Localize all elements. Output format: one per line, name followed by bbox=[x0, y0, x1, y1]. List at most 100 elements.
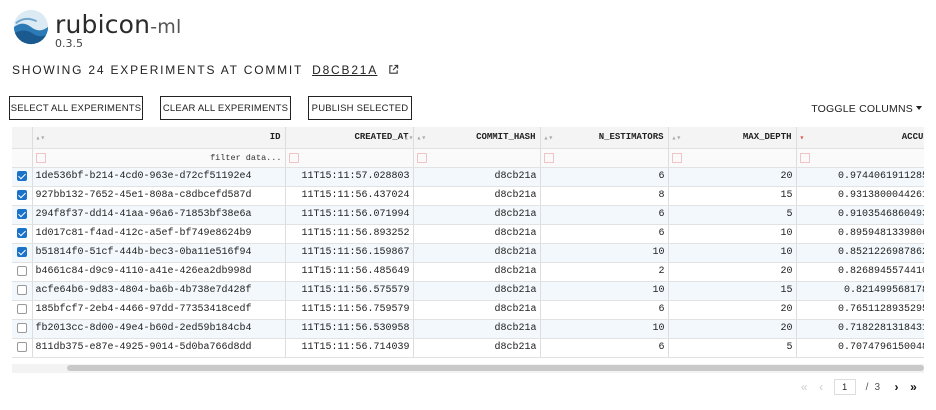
row-checkbox[interactable] bbox=[16, 322, 27, 333]
row-select-cell[interactable] bbox=[12, 167, 32, 187]
sort-icon[interactable]: ▴▾ bbox=[404, 133, 413, 143]
prev-page-icon[interactable]: ‹ bbox=[813, 380, 830, 394]
row-select-cell[interactable] bbox=[12, 300, 32, 320]
cell-accuracy: 0.8959481339806451 bbox=[795, 224, 924, 244]
toggle-columns-dropdown[interactable]: TOGGLE COLUMNS bbox=[811, 103, 922, 115]
table-row[interactable]: 185bfcf7-2eb4-4466-97dd-77353418cedf 11T… bbox=[12, 300, 924, 320]
last-page-icon[interactable]: » bbox=[905, 380, 922, 394]
filter-commit-hash[interactable] bbox=[412, 148, 540, 168]
clear-all-button[interactable]: CLEAR ALL EXPERIMENTS bbox=[160, 96, 291, 120]
cell-commit-hash: d8cb21a bbox=[412, 186, 540, 206]
cell-commit-hash: d8cb21a bbox=[412, 319, 540, 339]
sort-icon[interactable]: ▴▾ bbox=[417, 133, 427, 143]
first-page-icon[interactable]: « bbox=[796, 380, 813, 394]
commit-link[interactable]: D8CB21A bbox=[312, 63, 377, 77]
filter-row: filter data... bbox=[12, 148, 924, 168]
filter-box[interactable] bbox=[416, 152, 427, 163]
row-select-cell[interactable] bbox=[12, 186, 32, 206]
header-n-estimators[interactable]: ▴▾ N_ESTIMATORS bbox=[539, 127, 668, 149]
row-checkbox[interactable] bbox=[16, 227, 27, 238]
table-row[interactable]: fb2013cc-8d00-49e4-b60d-2ed59b184cb4 11T… bbox=[12, 319, 924, 339]
cell-max-depth: 10 bbox=[667, 243, 796, 263]
row-checkbox[interactable] bbox=[16, 265, 27, 276]
toggle-columns-label: TOGGLE COLUMNS bbox=[811, 103, 913, 115]
table-row[interactable]: 1d017c81-f4ad-412c-a5ef-bf749e8624b9 11T… bbox=[12, 224, 924, 244]
cell-max-depth: 20 bbox=[667, 167, 796, 187]
select-all-button[interactable]: SELECT ALL EXPERIMENTS bbox=[9, 96, 143, 120]
sort-desc-icon[interactable]: ▾ bbox=[800, 133, 805, 143]
table-row[interactable]: 927bb132-7652-45e1-808a-c8dbcefd587d 11T… bbox=[12, 186, 924, 206]
cell-n-estimators: 6 bbox=[539, 338, 668, 358]
cell-max-depth: 10 bbox=[667, 224, 796, 244]
table-row[interactable]: 811db375-e87e-4925-9014-5d0ba766d8dd 11T… bbox=[12, 338, 924, 358]
cell-accuracy: 0.9103546860493532 bbox=[795, 205, 924, 225]
row-select-cell[interactable] bbox=[12, 224, 32, 244]
cell-created-at: 11T15:11:57.028803 bbox=[284, 167, 413, 187]
cell-id: b4661c84-d9c9-4110-a41e-426ea2db998d bbox=[31, 262, 285, 282]
cell-n-estimators: 6 bbox=[539, 167, 668, 187]
filter-created-at[interactable] bbox=[284, 148, 413, 168]
row-select-cell[interactable] bbox=[12, 319, 32, 339]
row-checkbox[interactable] bbox=[16, 284, 27, 295]
filter-box[interactable] bbox=[35, 152, 46, 163]
cell-created-at: 11T15:11:56.714039 bbox=[284, 338, 413, 358]
filter-max-depth[interactable] bbox=[667, 148, 796, 168]
table-row[interactable]: b51814f0-51cf-444b-bec3-0ba11e516f94 11T… bbox=[12, 243, 924, 263]
row-select-cell[interactable] bbox=[12, 281, 32, 301]
cell-max-depth: 5 bbox=[667, 338, 796, 358]
sort-icon[interactable]: ▴▾ bbox=[672, 133, 682, 143]
cell-commit-hash: d8cb21a bbox=[412, 338, 540, 358]
row-select-cell[interactable] bbox=[12, 262, 32, 282]
filter-placeholder: filter data... bbox=[210, 152, 282, 163]
table-row[interactable]: acfe64b6-9d83-4804-ba6b-4b738e7d428f 11T… bbox=[12, 281, 924, 301]
experiments-table: ▴▾ ID ▴▾ CREATED_AT ▴▾ COMMIT_HASH ▴▾ N_ESTI… bbox=[12, 127, 924, 373]
row-checkbox[interactable] bbox=[16, 170, 27, 181]
table-row[interactable]: 1de536bf-b214-4cd0-963e-d72cf51192e4 11T… bbox=[12, 167, 924, 187]
cell-id: acfe64b6-9d83-4804-ba6b-4b738e7d428f bbox=[31, 281, 285, 301]
row-checkbox[interactable] bbox=[16, 189, 27, 200]
header-created-at[interactable]: ▴▾ CREATED_AT bbox=[284, 127, 413, 149]
filter-box[interactable] bbox=[671, 152, 682, 163]
filter-id[interactable]: filter data... bbox=[31, 148, 285, 168]
sort-icon[interactable]: ▴▾ bbox=[544, 133, 554, 143]
page-number-input[interactable] bbox=[833, 379, 856, 395]
cell-commit-hash: d8cb21a bbox=[412, 224, 540, 244]
table-row[interactable]: 294f8f37-dd14-41aa-96a6-71853bf38e6a 11T… bbox=[12, 205, 924, 225]
filter-accuracy[interactable] bbox=[795, 148, 924, 168]
next-page-icon[interactable]: › bbox=[888, 380, 905, 394]
cell-accuracy: 0.8521226987862375 bbox=[795, 243, 924, 263]
row-select-cell[interactable] bbox=[12, 243, 32, 263]
filter-box[interactable] bbox=[799, 152, 810, 163]
cell-commit-hash: d8cb21a bbox=[412, 281, 540, 301]
cell-n-estimators: 6 bbox=[539, 224, 668, 244]
cell-id: 294f8f37-dd14-41aa-96a6-71853bf38e6a bbox=[31, 205, 285, 225]
sort-icon[interactable]: ▴▾ bbox=[36, 133, 46, 143]
table-row[interactable]: b4661c84-d9c9-4110-a41e-426ea2db998d 11T… bbox=[12, 262, 924, 282]
cell-created-at: 11T15:11:56.893252 bbox=[284, 224, 413, 244]
pagination: « ‹ / 3 › » bbox=[796, 378, 922, 396]
row-checkbox[interactable] bbox=[16, 341, 27, 352]
publish-selected-button[interactable]: PUBLISH SELECTED bbox=[308, 96, 412, 120]
horizontal-scrollbar[interactable] bbox=[12, 364, 924, 373]
header-commit-hash[interactable]: ▴▾ COMMIT_HASH bbox=[412, 127, 540, 149]
cell-commit-hash: d8cb21a bbox=[412, 243, 540, 263]
filter-box[interactable] bbox=[288, 152, 299, 163]
row-select-cell[interactable] bbox=[12, 205, 32, 225]
page-separator: / bbox=[865, 381, 869, 393]
experiment-summary: SHOWING 24 EXPERIMENTS AT COMMIT D8CB21A bbox=[12, 63, 399, 77]
rubicon-logo-icon bbox=[13, 9, 49, 45]
filter-box[interactable] bbox=[543, 152, 554, 163]
cell-id: 927bb132-7652-45e1-808a-c8dbcefd587d bbox=[31, 186, 285, 206]
scrollbar-thumb[interactable] bbox=[67, 365, 924, 371]
row-checkbox[interactable] bbox=[16, 246, 27, 257]
header-accuracy[interactable]: ▾ACCURACY bbox=[795, 127, 924, 149]
row-select-cell[interactable] bbox=[12, 338, 32, 358]
filter-n-estimators[interactable] bbox=[539, 148, 668, 168]
row-checkbox[interactable] bbox=[16, 208, 27, 219]
external-link-icon[interactable] bbox=[388, 64, 399, 75]
header-id[interactable]: ▴▾ ID bbox=[31, 127, 285, 149]
header-max-depth[interactable]: ▴▾ MAX_DEPTH bbox=[667, 127, 796, 149]
cell-max-depth: 20 bbox=[667, 319, 796, 339]
row-checkbox[interactable] bbox=[16, 303, 27, 314]
cell-id: 1d017c81-f4ad-412c-a5ef-bf749e8624b9 bbox=[31, 224, 285, 244]
